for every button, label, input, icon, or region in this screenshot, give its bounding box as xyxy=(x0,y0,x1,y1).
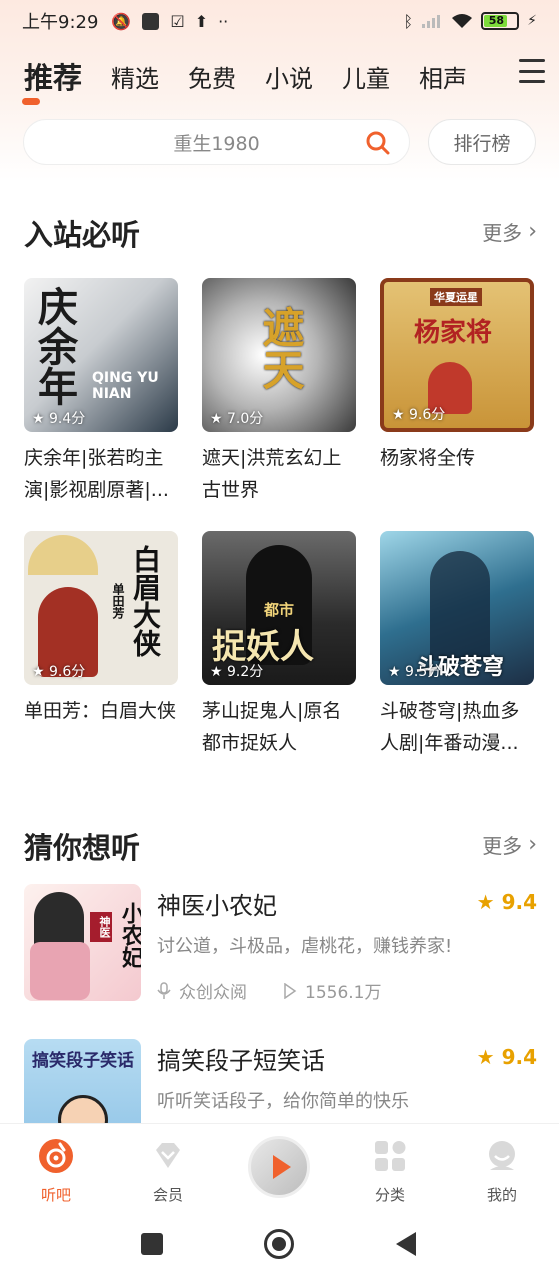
mic-icon xyxy=(157,981,171,999)
nav-listen[interactable]: 听吧 xyxy=(16,1138,96,1205)
book-title: 斗破苍穹|热血多人剧|年番动漫... xyxy=(380,700,520,754)
nav-profile[interactable]: 我的 xyxy=(462,1138,542,1205)
book-cover: 都市 捉妖人 ★ 9.2分 xyxy=(202,531,356,685)
book-cover: 遮天 ★ 7.0分 xyxy=(202,278,356,432)
check-icon: ☑ xyxy=(170,11,185,31)
cover-title: 庆余年 xyxy=(31,286,77,406)
book-title: 遮天|洪荒玄幻上古世界 xyxy=(202,447,342,501)
section-title-must-listen: 入站必听 xyxy=(24,218,141,252)
book-title: 茅山捉鬼人|原名都市捉妖人 xyxy=(202,700,342,754)
system-navigation-bar xyxy=(0,1211,559,1280)
book-cover: 白眉大侠 单田芳 ★ 9.6分 xyxy=(24,531,178,685)
score: ★ 9.4 xyxy=(476,890,537,914)
item-description: 听听笑话段子，给你简单的快乐 xyxy=(157,1091,409,1112)
rating: ★ 9.5分 xyxy=(388,664,442,680)
bottom-navigation: 听吧 会员 分类 我的 xyxy=(0,1123,559,1211)
book-card[interactable]: 白眉大侠 单田芳 ★ 9.6分 单田芳：白眉大侠 xyxy=(24,531,178,759)
cover-title: 白眉大侠 xyxy=(129,545,162,657)
book-card[interactable]: 华夏运星 杨家将 ★ 9.6分 杨家将全传 xyxy=(380,278,534,506)
recents-button[interactable] xyxy=(141,1233,163,1255)
more-link-must-listen[interactable]: 更多 › xyxy=(482,217,537,246)
menu-icon[interactable] xyxy=(519,59,545,83)
item-title: 神医小农妃 xyxy=(157,892,277,920)
book-cover: 华夏运星 杨家将 ★ 9.6分 xyxy=(380,278,534,432)
tab-featured[interactable]: 精选 xyxy=(111,59,159,94)
tab-children[interactable]: 儿童 xyxy=(342,59,390,94)
book-cover: 神医 小农妃 xyxy=(24,884,141,1001)
status-bar: 上午9:29 🔕 ☑ ⬆ ·· ᛒ 58 ⚡ xyxy=(0,0,559,42)
book-title: 杨家将全传 xyxy=(380,447,476,469)
item-description: 讨公道，斗极品，虐桃花，赚钱养家! xyxy=(157,936,453,957)
cover-subtitle: QING YU NIAN xyxy=(92,370,159,402)
category-grid-icon xyxy=(375,1141,406,1171)
nav-category[interactable]: 分类 xyxy=(350,1138,430,1205)
tab-free[interactable]: 免费 xyxy=(188,59,236,94)
cover-tag: 神医 xyxy=(90,912,112,942)
home-button[interactable] xyxy=(264,1229,294,1259)
cover-subtitle: 单田芳 xyxy=(111,583,125,619)
play-count: 1556.1万 xyxy=(305,983,382,1003)
play-count-icon xyxy=(284,982,297,999)
book-card[interactable]: 遮天 ★ 7.0分 遮天|洪荒玄幻上古世界 xyxy=(202,278,356,506)
cover-title: 小农妃 xyxy=(118,902,141,968)
ranking-button[interactable]: 排行榜 xyxy=(428,119,536,165)
bluetooth-icon: ᛒ xyxy=(403,11,414,31)
rating: ★ 9.6分 xyxy=(392,407,446,423)
tab-crosstalk[interactable]: 相声 xyxy=(419,59,467,94)
cover-title: 杨家将 xyxy=(414,318,493,348)
more-dots-icon: ·· xyxy=(218,11,229,31)
back-button[interactable] xyxy=(394,1231,418,1257)
chevron-right-icon: › xyxy=(528,219,537,244)
book-title: 庆余年|张若昀主演|影视剧原著|... xyxy=(24,447,169,501)
item-meta: 众创众阅 1556.1万 xyxy=(157,978,381,1003)
book-cover: 斗破苍穹 ★ 9.5分 xyxy=(380,531,534,685)
book-title: 单田芳：白眉大侠 xyxy=(24,700,177,722)
active-tab-indicator xyxy=(22,98,40,105)
alarm-off-icon: 🔕 xyxy=(111,11,132,31)
vip-diamond-icon xyxy=(156,1143,180,1168)
battery-icon: 58 xyxy=(481,12,520,30)
list-item[interactable]: 神医 小农妃 神医小农妃 ★ 9.4 讨公道，斗极品，虐桃花，赚钱养家! 众创众… xyxy=(24,884,539,1003)
book-cover: 庆余年 QING YU NIAN ★ 9.4分 xyxy=(24,278,178,432)
cover-subtitle: 都市 xyxy=(264,601,295,619)
notification-app-icon xyxy=(142,12,160,30)
hero-figure xyxy=(430,551,490,661)
cover-title: 搞笑段子笑话 xyxy=(32,1051,134,1071)
more-label: 更多 xyxy=(482,834,523,858)
cover-subtitle: 华夏运星 xyxy=(430,288,482,306)
cover-title: 遮天 xyxy=(256,306,305,390)
rating: ★ 9.6分 xyxy=(32,664,86,680)
rating: ★ 9.4分 xyxy=(32,411,86,427)
nav-vip[interactable]: 会员 xyxy=(128,1138,208,1205)
tab-recommend[interactable]: 推荐 xyxy=(24,55,82,97)
profile-icon xyxy=(489,1141,515,1170)
charging-icon: ⚡ xyxy=(527,13,537,29)
more-link-guess-you-like[interactable]: 更多 › xyxy=(482,830,537,859)
rating: ★ 7.0分 xyxy=(210,411,264,427)
tab-novel[interactable]: 小说 xyxy=(265,59,313,94)
book-card[interactable]: 庆余年 QING YU NIAN ★ 9.4分 庆余年|张若昀主演|影视剧原著|… xyxy=(24,278,178,506)
listen-icon xyxy=(39,1139,73,1173)
play-icon xyxy=(273,1155,291,1179)
item-title: 搞笑段子短笑话 xyxy=(157,1047,325,1075)
category-tabs: 推荐 精选 免费 小说 儿童 相声 xyxy=(24,52,547,100)
chevron-right-icon: › xyxy=(528,832,537,857)
now-playing-button[interactable] xyxy=(248,1136,310,1198)
rating: ★ 9.2分 xyxy=(210,664,264,680)
author: 众创众阅 xyxy=(179,983,247,1003)
heroine-dress xyxy=(30,942,90,1000)
section-title-guess-you-like: 猜你想听 xyxy=(24,831,141,865)
book-card[interactable]: 都市 捉妖人 ★ 9.2分 茅山捉鬼人|原名都市捉妖人 xyxy=(202,531,356,759)
book-card[interactable]: 斗破苍穹 ★ 9.5分 斗破苍穹|热血多人剧|年番动漫... xyxy=(380,531,534,759)
upload-icon: ⬆ xyxy=(194,11,209,31)
fan-decoration xyxy=(28,535,98,575)
more-label: 更多 xyxy=(482,221,523,245)
wifi-icon xyxy=(452,14,473,28)
status-time: 上午9:29 xyxy=(22,12,99,33)
search-placeholder: 重生1980 xyxy=(173,132,260,155)
search-icon[interactable] xyxy=(365,130,391,156)
signal-icon xyxy=(422,15,441,28)
search-bar[interactable]: 重生1980 xyxy=(23,119,410,165)
score: ★ 9.4 xyxy=(476,1045,537,1069)
